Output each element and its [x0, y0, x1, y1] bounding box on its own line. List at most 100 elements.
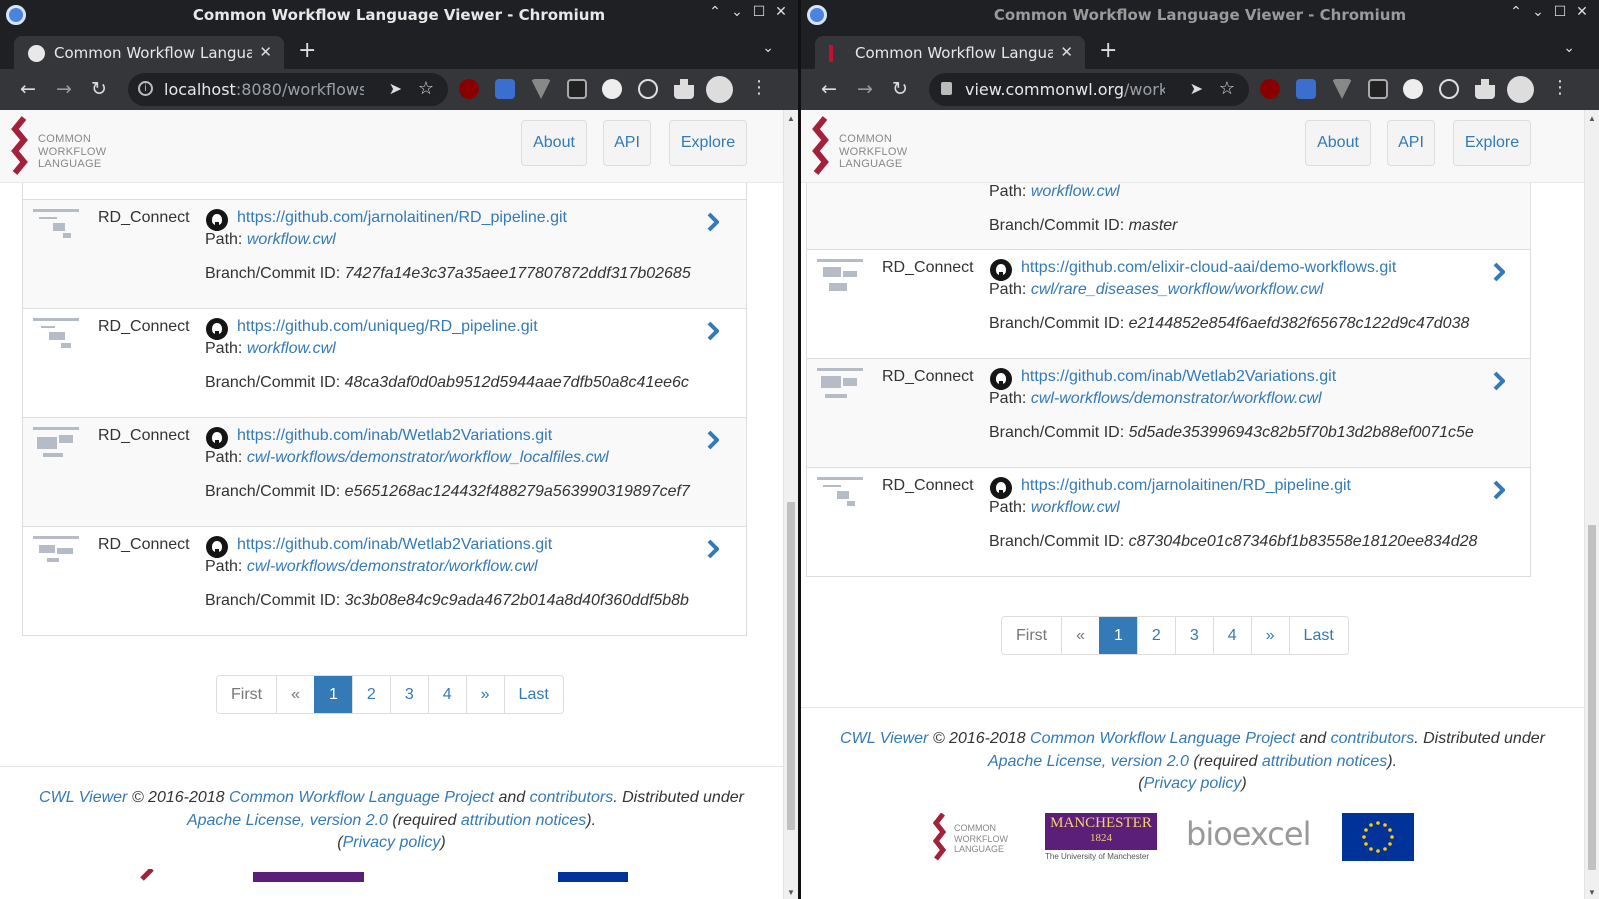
pagination-prev[interactable]: « — [1061, 617, 1100, 654]
address-bar[interactable]: i localhost:8080/workflows... ➤ ☆ — [128, 73, 448, 106]
ublock-icon[interactable] — [459, 79, 479, 99]
repo-link[interactable]: https://github.com/inab/Wetlab2Variation… — [237, 536, 552, 554]
bookmark-star-icon[interactable]: ☆ — [418, 78, 434, 99]
browser-tab[interactable]: Common Workflow Language Viewer ✕ — [815, 36, 1085, 69]
path-link[interactable]: cwl-workflows/demonstrator/workflow.cwl — [247, 558, 538, 575]
maximize-icon[interactable]: ☐ — [748, 4, 770, 20]
forward-icon[interactable]: → — [56, 78, 72, 100]
path-link[interactable]: workflow.cwl — [1031, 183, 1120, 200]
repo-link[interactable]: https://github.com/elixir-cloud-aai/demo… — [1021, 259, 1396, 277]
repo-link[interactable]: https://github.com/inab/Wetlab2Variation… — [1021, 368, 1336, 386]
collapse-icon[interactable]: ⌃ — [704, 4, 726, 20]
scroll-up-icon[interactable]: ▲ — [787, 114, 795, 123]
address-bar[interactable]: view.commonwl.org/work... ➤ ☆ — [929, 73, 1249, 106]
workflow-thumbnail[interactable] — [817, 259, 863, 291]
info-icon[interactable]: i — [138, 81, 153, 96]
scroll-thumb[interactable] — [787, 502, 795, 830]
license-link[interactable]: Apache License, version 2.0 — [988, 753, 1189, 770]
repo-link[interactable]: https://github.com/uniqueg/RD_pipeline.g… — [237, 318, 538, 336]
pagination-page[interactable]: 3 — [1174, 617, 1213, 654]
pagination-page[interactable]: 2 — [1136, 617, 1175, 654]
path-link[interactable]: workflow.cwl — [1031, 499, 1120, 516]
cwl-logo[interactable]: COMMON WORKFLOW LANGUAGE — [811, 116, 921, 176]
license-link[interactable]: Apache License, version 2.0 — [187, 812, 388, 829]
collapse-icon[interactable]: ⌃ — [1505, 4, 1527, 20]
pagination-page[interactable]: 3 — [389, 676, 428, 713]
workflow-thumbnail[interactable] — [817, 368, 863, 400]
contributors-link[interactable]: contributors — [530, 789, 614, 806]
pagination-page[interactable]: 4 — [1212, 617, 1251, 654]
tab-search-icon[interactable]: ⌄ — [762, 40, 774, 56]
pagination-first[interactable]: First — [1002, 617, 1062, 654]
puzzle-icon[interactable] — [674, 79, 694, 99]
reload-icon[interactable]: ↻ — [892, 78, 908, 100]
ublock-icon[interactable] — [1260, 79, 1280, 99]
close-icon[interactable]: ✕ — [770, 4, 792, 20]
new-tab-icon[interactable]: + — [1099, 38, 1117, 63]
reload-icon[interactable]: ↻ — [91, 78, 107, 100]
workflow-thumbnail[interactable] — [33, 536, 79, 568]
about-button[interactable]: About — [1305, 120, 1371, 166]
scroll-up-icon[interactable]: ▲ — [1588, 114, 1596, 123]
back-icon[interactable]: ← — [20, 78, 36, 100]
contributors-link[interactable]: contributors — [1331, 730, 1415, 747]
send-icon[interactable]: ➤ — [1190, 79, 1203, 99]
explore-button[interactable]: Explore — [669, 120, 747, 166]
cwl-partner-logo[interactable]: COMMON WORKFLOW LANGUAGE — [932, 813, 1022, 863]
pagination-last[interactable]: Last — [503, 676, 563, 713]
chevron-right-icon[interactable] — [707, 430, 719, 450]
pagination-last[interactable]: Last — [1288, 617, 1348, 654]
pagination-next[interactable]: » — [465, 676, 504, 713]
eu-flag-logo[interactable] — [1342, 813, 1414, 861]
eu-flag-logo[interactable] — [558, 872, 628, 882]
chevron-right-icon[interactable] — [707, 321, 719, 341]
cwl-viewer-link[interactable]: CWL Viewer — [39, 789, 127, 806]
workflow-thumbnail[interactable] — [33, 427, 79, 459]
tab-search-icon[interactable]: ⌄ — [1563, 40, 1575, 56]
tab-close-icon[interactable]: ✕ — [259, 43, 272, 61]
workflow-thumbnail[interactable] — [33, 209, 79, 241]
scroll-down-icon[interactable]: ▼ — [787, 888, 795, 897]
pagination-page[interactable]: 2 — [351, 676, 390, 713]
send-icon[interactable]: ➤ — [389, 79, 402, 99]
tab-close-icon[interactable]: ✕ — [1060, 43, 1073, 61]
api-button[interactable]: API — [603, 120, 651, 166]
chevron-right-icon[interactable] — [1493, 262, 1505, 282]
card-icon[interactable] — [567, 79, 587, 99]
profile-avatar-icon[interactable] — [1507, 76, 1534, 103]
privacy-link[interactable]: Privacy policy — [1144, 775, 1242, 792]
maximize-icon[interactable]: ☐ — [1549, 4, 1571, 20]
browser-tab[interactable]: Common Workflow Language Viewer ✕ — [14, 36, 284, 69]
pagination-page[interactable]: 1 — [1099, 617, 1137, 654]
card-icon[interactable] — [1368, 79, 1388, 99]
puzzle-icon[interactable] — [1475, 79, 1495, 99]
pagination-page[interactable]: 1 — [314, 676, 352, 713]
forward-icon[interactable]: → — [857, 78, 873, 100]
extension-grid-icon[interactable] — [1296, 79, 1316, 99]
extension-grid-icon[interactable] — [495, 79, 515, 99]
manchester-partner-logo[interactable] — [253, 872, 364, 882]
profile-avatar-icon[interactable] — [706, 76, 733, 103]
path-link[interactable]: cwl-workflows/demonstrator/workflow.cwl — [1031, 390, 1322, 407]
menu-kebab-icon[interactable]: ⋮ — [750, 77, 768, 98]
repo-link[interactable]: https://github.com/jarnolaitinen/RD_pipe… — [1021, 477, 1351, 495]
workflow-thumbnail[interactable] — [817, 477, 863, 509]
privacy-link[interactable]: Privacy policy — [343, 834, 441, 851]
attribution-link[interactable]: attribution notices — [461, 812, 586, 829]
new-tab-icon[interactable]: + — [298, 38, 316, 63]
menu-kebab-icon[interactable]: ⋮ — [1551, 77, 1569, 98]
cwl-logo[interactable]: COMMON WORKFLOW LANGUAGE — [10, 116, 120, 176]
path-link[interactable]: cwl-workflows/demonstrator/workflow_loca… — [247, 449, 609, 466]
chevron-right-icon[interactable] — [707, 212, 719, 232]
project-link[interactable]: Common Workflow Language Project — [1030, 730, 1295, 747]
pagination-prev[interactable]: « — [276, 676, 315, 713]
path-link[interactable]: workflow.cwl — [247, 231, 336, 248]
project-link[interactable]: Common Workflow Language Project — [229, 789, 494, 806]
cwl-partner-logo[interactable] — [138, 869, 158, 881]
scrollbar[interactable]: ▲ ▼ — [1584, 110, 1599, 899]
workflow-thumbnail[interactable] — [33, 318, 79, 350]
vue-icon[interactable] — [1332, 79, 1352, 99]
scrollbar[interactable]: ▲ ▼ — [783, 110, 798, 899]
manchester-partner-logo[interactable]: MANCHESTER 1824 The University of Manche… — [1045, 813, 1157, 863]
s-extension-icon[interactable] — [1403, 79, 1423, 99]
